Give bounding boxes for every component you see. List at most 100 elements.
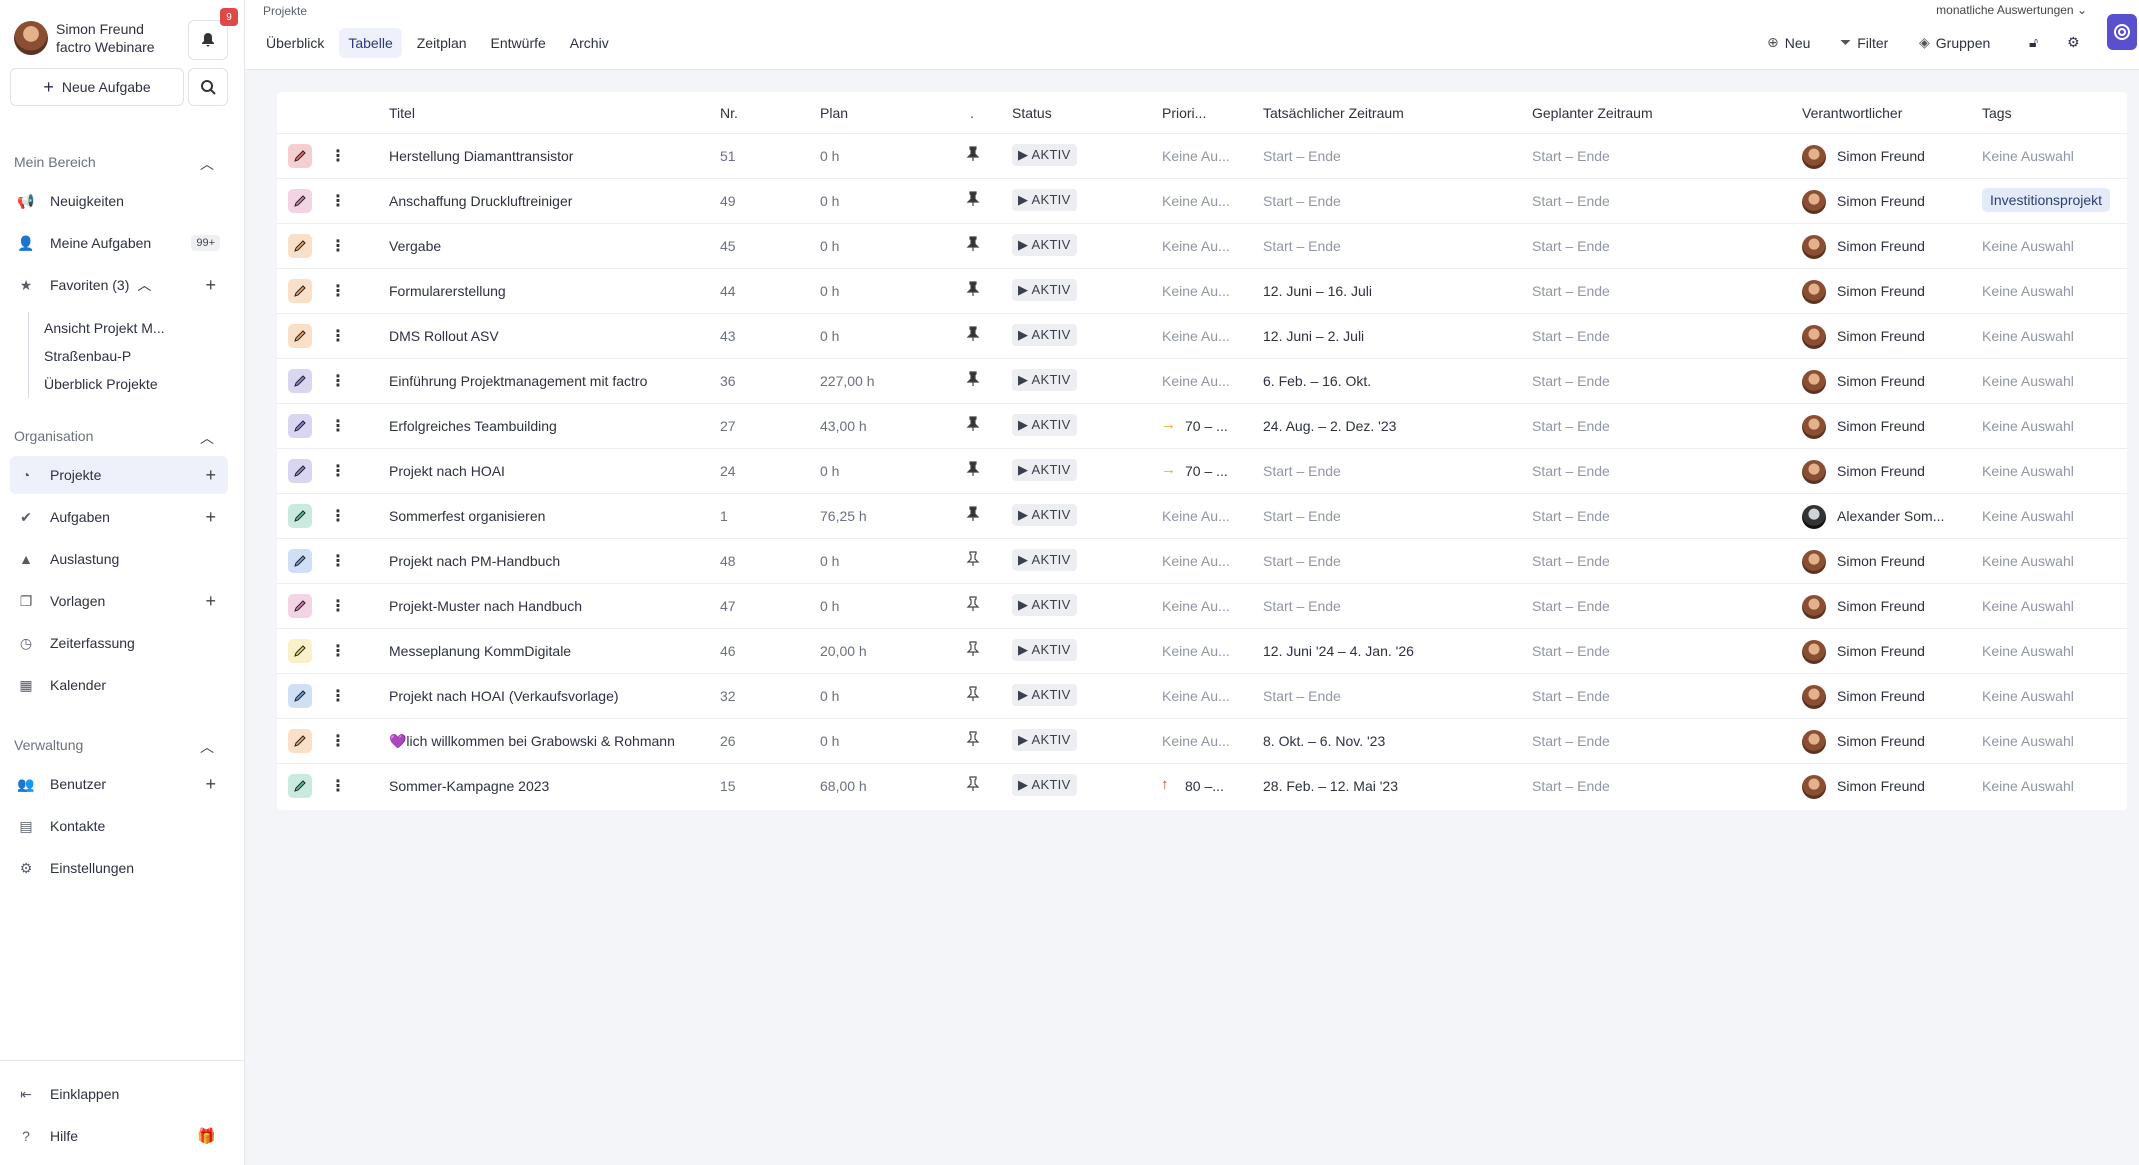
- more-options-icon[interactable]: ⋮: [330, 146, 346, 166]
- sidebar-item-zeiterfassung[interactable]: ◷ Zeiterfassung: [10, 624, 228, 662]
- table-row[interactable]: ⋮ Einführung Projektmanagement mit factr…: [277, 358, 2127, 403]
- status-badge[interactable]: ▶ AKTIV: [1012, 594, 1077, 616]
- column-header-titel[interactable]: Titel: [389, 105, 415, 121]
- actual-period[interactable]: 6. Feb. – 16. Okt.: [1263, 373, 1371, 389]
- more-options-icon[interactable]: ⋮: [330, 416, 346, 436]
- table-row[interactable]: ⋮ Sommer-Kampagne 2023 15 68,00 h ▶ AKTI…: [277, 763, 2127, 808]
- priority-value[interactable]: Keine Au...: [1162, 733, 1230, 749]
- status-badge[interactable]: ▶ AKTIV: [1012, 189, 1077, 211]
- report-dropdown[interactable]: monatliche Auswertungen ⌄: [1936, 3, 2087, 17]
- tag-value[interactable]: Keine Auswahl: [1982, 778, 2074, 794]
- project-title[interactable]: Herstellung Diamanttransistor: [389, 148, 573, 164]
- project-title[interactable]: Einführung Projektmanagement mit factro: [389, 373, 647, 389]
- project-title[interactable]: Sommer-Kampagne 2023: [389, 778, 549, 794]
- pin-outline-icon[interactable]: [966, 551, 980, 570]
- planned-period[interactable]: Start – Ende: [1532, 598, 1610, 614]
- project-title[interactable]: Formularerstellung: [389, 283, 506, 299]
- sidebar-item-benutzer[interactable]: 👥 Benutzer +: [10, 765, 228, 803]
- column-header-nr[interactable]: Nr.: [720, 105, 738, 121]
- pencil-icon[interactable]: [288, 189, 312, 213]
- more-options-icon[interactable]: ⋮: [330, 191, 346, 211]
- status-badge[interactable]: ▶ AKTIV: [1012, 549, 1077, 571]
- owner-name[interactable]: Simon Freund: [1837, 193, 1925, 209]
- status-badge[interactable]: ▶ AKTIV: [1012, 459, 1077, 481]
- project-title[interactable]: Projekt nach HOAI (Verkaufsvorlage): [389, 688, 619, 704]
- table-row[interactable]: ⋮ Projekt nach PM-Handbuch 48 0 h ▶ AKTI…: [277, 538, 2127, 583]
- priority-value[interactable]: Keine Au...: [1162, 193, 1230, 209]
- actual-period[interactable]: Start – Ende: [1263, 553, 1341, 569]
- priority-value[interactable]: Keine Au...: [1162, 238, 1230, 254]
- tag-value[interactable]: Keine Auswahl: [1982, 238, 2074, 254]
- actual-period[interactable]: Start – Ende: [1263, 508, 1341, 524]
- actual-period[interactable]: 12. Juni '24 – 4. Jan. '26: [1263, 643, 1414, 659]
- project-title[interactable]: Anschaffung Druckluftreiniger: [389, 193, 572, 209]
- table-row[interactable]: ⋮ 💜lich willkommen bei Grabowski & Rohma…: [277, 718, 2127, 763]
- tab-ueberblick[interactable]: Überblick: [257, 28, 333, 58]
- pencil-icon[interactable]: [288, 594, 312, 618]
- column-header-pin[interactable]: .: [970, 105, 974, 121]
- actual-period[interactable]: 12. Juni – 2. Juli: [1263, 328, 1364, 344]
- actual-period[interactable]: Start – Ende: [1263, 688, 1341, 704]
- lock-button[interactable]: 🔓︎: [2029, 34, 2038, 51]
- project-title[interactable]: Projekt nach PM-Handbuch: [389, 553, 560, 569]
- priority-value[interactable]: Keine Au...: [1162, 553, 1230, 569]
- status-badge[interactable]: ▶ AKTIV: [1012, 639, 1077, 661]
- pin-outline-icon[interactable]: [966, 731, 980, 750]
- add-favorite-button[interactable]: +: [205, 275, 216, 296]
- status-badge[interactable]: ▶ AKTIV: [1012, 684, 1077, 706]
- tag-value[interactable]: Keine Auswahl: [1982, 328, 2074, 344]
- planned-period[interactable]: Start – Ende: [1532, 283, 1610, 299]
- assistant-button[interactable]: [2107, 14, 2137, 50]
- planned-period[interactable]: Start – Ende: [1532, 778, 1610, 794]
- project-title[interactable]: Sommerfest organisieren: [389, 508, 545, 524]
- more-options-icon[interactable]: ⋮: [330, 686, 346, 706]
- status-badge[interactable]: ▶ AKTIV: [1012, 144, 1077, 166]
- table-row[interactable]: ⋮ Projekt-Muster nach Handbuch 47 0 h ▶ …: [277, 583, 2127, 628]
- sidebar-item-meine-aufgaben[interactable]: 👤 Meine Aufgaben 99+: [10, 224, 228, 262]
- table-row[interactable]: ⋮ DMS Rollout ASV 43 0 h ▶ AKTIV Keine A…: [277, 313, 2127, 358]
- status-badge[interactable]: ▶ AKTIV: [1012, 234, 1077, 256]
- user-profile[interactable]: Simon Freund factro Webinare: [14, 20, 155, 56]
- sidebar-item-projekte[interactable]: ◔ Projekte +: [10, 456, 228, 494]
- sidebar-item-kontakte[interactable]: ▤ Kontakte: [10, 807, 228, 845]
- pencil-icon[interactable]: [288, 639, 312, 663]
- pencil-icon[interactable]: [288, 504, 312, 528]
- pin-filled-icon[interactable]: [966, 461, 980, 480]
- planned-period[interactable]: Start – Ende: [1532, 508, 1610, 524]
- section-verwaltung[interactable]: Verwaltung ︿: [14, 737, 214, 757]
- more-options-icon[interactable]: ⋮: [330, 551, 346, 571]
- more-options-icon[interactable]: ⋮: [330, 371, 346, 391]
- status-badge[interactable]: ▶ AKTIV: [1012, 414, 1077, 436]
- pin-outline-icon[interactable]: [966, 641, 980, 660]
- project-title[interactable]: DMS Rollout ASV: [389, 328, 499, 344]
- priority-value[interactable]: Keine Au...: [1162, 373, 1230, 389]
- actual-period[interactable]: Start – Ende: [1263, 148, 1341, 164]
- new-task-button[interactable]: + Neue Aufgabe: [10, 68, 184, 106]
- tag-pill[interactable]: Investitionsprojekt: [1982, 188, 2111, 212]
- more-options-icon[interactable]: ⋮: [330, 326, 346, 346]
- groups-button[interactable]: ◈ Gruppen: [1919, 34, 1990, 51]
- sidebar-item-auslastung[interactable]: ▲ Auslastung: [10, 540, 228, 578]
- add-project-button[interactable]: +: [205, 465, 216, 486]
- sidebar-item-kalender[interactable]: ▦ Kalender: [10, 666, 228, 704]
- tag-value[interactable]: Keine Auswahl: [1982, 688, 2074, 704]
- project-title[interactable]: Projekt-Muster nach Handbuch: [389, 598, 582, 614]
- sidebar-item-einstellungen[interactable]: ⚙ Einstellungen: [10, 849, 228, 887]
- column-header-tatsaechlicher-zeitraum[interactable]: Tatsächlicher Zeitraum: [1263, 105, 1404, 121]
- section-organisation[interactable]: Organisation ︿: [14, 428, 214, 448]
- more-options-icon[interactable]: ⋮: [330, 776, 346, 796]
- owner-name[interactable]: Simon Freund: [1837, 553, 1925, 569]
- status-badge[interactable]: ▶ AKTIV: [1012, 504, 1077, 526]
- status-badge[interactable]: ▶ AKTIV: [1012, 774, 1077, 796]
- more-options-icon[interactable]: ⋮: [330, 596, 346, 616]
- filter-button[interactable]: ⏷ Filter: [1840, 34, 1888, 51]
- notifications-button[interactable]: [188, 20, 228, 60]
- pencil-icon[interactable]: [288, 729, 312, 753]
- more-options-icon[interactable]: ⋮: [330, 236, 346, 256]
- actual-period[interactable]: 8. Okt. – 6. Nov. '23: [1263, 733, 1385, 749]
- table-row[interactable]: ⋮ Formularerstellung 44 0 h ▶ AKTIV Kein…: [277, 268, 2127, 313]
- more-options-icon[interactable]: ⋮: [330, 281, 346, 301]
- actual-period[interactable]: Start – Ende: [1263, 238, 1341, 254]
- actual-period[interactable]: Start – Ende: [1263, 598, 1341, 614]
- more-options-icon[interactable]: ⋮: [330, 506, 346, 526]
